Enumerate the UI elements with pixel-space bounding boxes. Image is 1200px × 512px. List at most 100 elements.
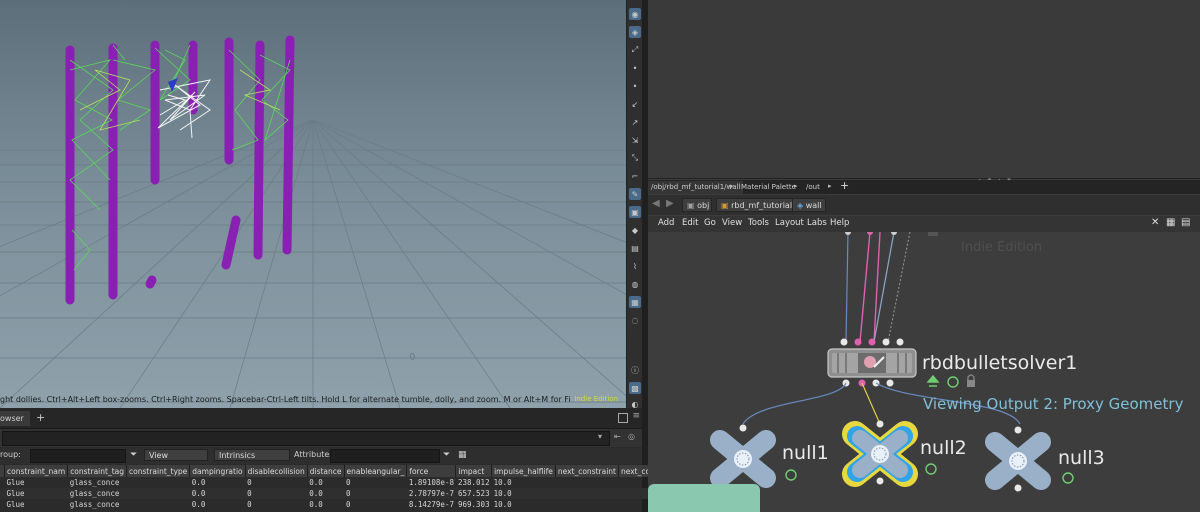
table-cell: 2.78797e-7 (406, 488, 456, 499)
menu-help[interactable]: Help (830, 218, 849, 228)
column-header[interactable]: constraint_nam (4, 465, 69, 477)
table-row[interactable]: Glue glass_conce 0.0 0 0.0 0 1.89108e-8 … (0, 477, 661, 488)
input-connector[interactable] (867, 232, 873, 235)
null3-node[interactable] (985, 426, 1051, 492)
null3-label[interactable]: null3 (1058, 447, 1105, 469)
path-wall-button[interactable]: ◈ wall (792, 198, 826, 212)
add-tab-button[interactable]: + (840, 179, 849, 192)
column-header[interactable]: enableangular_ (344, 465, 408, 477)
camera-icon[interactable]: ⌐ (629, 170, 641, 182)
menu-add[interactable]: Add (658, 218, 674, 228)
path-obj-button[interactable]: ▣ obj (682, 198, 712, 212)
menu-tools[interactable]: Tools (748, 218, 769, 228)
scene-icon[interactable]: ◌ (629, 314, 641, 326)
column-header[interactable]: constraint_tag (67, 465, 128, 477)
add-tab-button[interactable]: + (36, 411, 45, 424)
network-pane: ▴ ▾ ▴ ▾ /obj/rbd_mf_tutorial1/wall ▸ Mat… (648, 0, 1200, 512)
column-header[interactable]: impact (455, 465, 493, 477)
camera-settings-icon[interactable]: ▩ (629, 382, 641, 394)
network-canvas[interactable]: Indie Edition rbdbulletsolver1 Viewing O… (648, 232, 1200, 512)
viewing-output-note: Viewing Output 2: Proxy Geometry (923, 395, 1184, 413)
jump-icon[interactable]: ⇤ (614, 432, 621, 441)
table-cell: 657.523 (455, 488, 492, 499)
menu-go[interactable]: Go (704, 218, 716, 228)
tab-out[interactable]: /out (803, 181, 823, 194)
node-path-input[interactable] (2, 431, 610, 446)
column-header[interactable]: disablecollision (245, 465, 308, 477)
transform-icon[interactable]: ⇲ (629, 134, 641, 146)
spreadsheet-filterbar: roup: ⏷ View Intrinsics Attributes: ⏷ ▦ (0, 448, 642, 464)
lock-icon[interactable] (967, 380, 975, 387)
column-header[interactable]: next_constraint (555, 465, 620, 477)
group-field[interactable] (30, 449, 126, 463)
column-header[interactable]: force (406, 465, 457, 477)
table-cell (555, 499, 618, 510)
null2-node[interactable] (842, 420, 918, 487)
tab-material-palette[interactable]: Material Palette (738, 181, 799, 194)
info-icon[interactable]: ⓘ (629, 364, 641, 376)
light-icon[interactable]: ⌇ (629, 260, 641, 272)
column-header[interactable]: dampingratio (189, 465, 246, 477)
tab-geometry-spreadsheet[interactable]: owser (0, 411, 30, 426)
network-box-handle[interactable] (928, 232, 938, 236)
chevron-down-icon[interactable]: ▾ (598, 432, 602, 441)
navigation-hint: ght dollies. Ctrl+Alt+Left box-zooms. Ct… (0, 395, 570, 404)
maximize-icon[interactable] (618, 413, 628, 423)
column-header[interactable]: constraint_type (126, 465, 191, 477)
column-header[interactable]: distance (307, 465, 345, 477)
attributes-field[interactable] (330, 449, 440, 463)
solver-node-label[interactable]: rbdbulletsolver1 (922, 352, 1077, 374)
pin-icon[interactable]: ◎ (628, 432, 635, 441)
column-header[interactable]: impulse_halflife (491, 465, 556, 477)
input-connector[interactable] (891, 232, 897, 235)
scene-viewport[interactable]: 0 ght dollies. Ctrl+Alt+Left box-zooms. … (0, 0, 626, 408)
view-icon[interactable]: ◈ (629, 26, 641, 38)
snap-icon[interactable]: ▣ (629, 206, 641, 218)
view-dropdown[interactable]: View (144, 449, 208, 461)
null1-label[interactable]: null1 (782, 442, 829, 464)
list-view-icon[interactable]: ▤ (1181, 217, 1190, 228)
grid-view-icon[interactable]: ▦ (1166, 217, 1175, 228)
null3-display-flag-icon[interactable] (1062, 472, 1074, 484)
geometry-icon: ▣ (721, 201, 732, 210)
pane-menu-icon[interactable]: ≡ (632, 411, 640, 421)
pose-icon[interactable]: ⤡ (629, 152, 641, 164)
menu-labs[interactable]: Labs (807, 218, 827, 228)
wire-icon[interactable]: ◍ (629, 278, 641, 290)
menu-edit[interactable]: Edit (682, 218, 698, 228)
forward-arrow-icon[interactable]: ▶ (666, 198, 674, 209)
dot-icon[interactable]: • (629, 62, 641, 74)
rbdbulletsolver1-node[interactable] (827, 338, 917, 387)
render-flag-icon[interactable] (926, 374, 940, 387)
table-cell (555, 488, 619, 499)
column-options-icon[interactable]: ▦ (458, 450, 467, 460)
ghost-icon[interactable]: ◆ (629, 224, 641, 236)
grid-icon[interactable]: ▤ (629, 242, 641, 254)
back-arrow-icon[interactable]: ◀ (652, 198, 660, 209)
tools-icon[interactable]: ✕ (1151, 217, 1159, 228)
display-icon[interactable]: ▦ (629, 296, 641, 308)
select-icon[interactable]: ◉ (629, 8, 641, 20)
table-cell (126, 488, 190, 499)
dot-icon[interactable]: • (629, 80, 641, 92)
null1-display-flag-icon[interactable] (785, 469, 797, 481)
brush-icon[interactable]: ↙ (629, 98, 641, 110)
display-flag-icon[interactable] (947, 376, 959, 388)
attribute-filter-icon[interactable]: ⏷ (443, 450, 450, 460)
table-row[interactable]: Glue glass_conce 0.0 0 0.0 0 8.14279e-7 … (0, 499, 661, 510)
input-connector[interactable] (845, 232, 851, 235)
menu-layout[interactable]: Layout (775, 218, 804, 228)
network-box[interactable] (648, 484, 760, 512)
filter-icon[interactable]: ⏷ (130, 450, 137, 460)
path-rbd-button[interactable]: ▣ rbd_mf_tutorial1 (716, 198, 797, 212)
null2-label[interactable]: null2 (920, 437, 967, 459)
table-row[interactable]: Glue glass_conce 0.0 0 0.0 0 2.78797e-7 … (0, 488, 662, 499)
null2-display-flag-icon[interactable] (925, 463, 937, 475)
handle-icon[interactable]: ⤢ (629, 44, 641, 56)
table-cell: glass_conce (69, 500, 120, 509)
paint-icon[interactable]: ✎ (629, 188, 641, 200)
intrinsics-dropdown[interactable]: Intrinsics (214, 449, 290, 461)
edit-icon[interactable]: ↗ (629, 116, 641, 128)
null1-node[interactable] (710, 424, 776, 492)
menu-view[interactable]: View (722, 218, 742, 228)
